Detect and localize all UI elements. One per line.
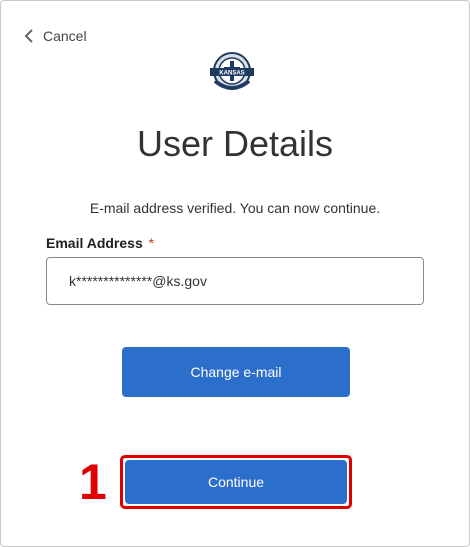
chevron-left-icon <box>24 29 33 43</box>
dialog-frame: Cancel KANSAS User Details E-mail addres… <box>0 0 470 547</box>
change-email-button[interactable]: Change e-mail <box>122 347 350 397</box>
page-title: User Details <box>136 123 334 164</box>
email-label: Email Address * <box>46 235 154 251</box>
svg-text:KANSAS: KANSAS <box>219 71 244 77</box>
kansas-board-of-nursing-logo: KANSAS <box>206 49 258 95</box>
email-field[interactable] <box>46 257 424 305</box>
cancel-link[interactable]: Cancel <box>24 27 87 45</box>
verification-message: E-mail address verified. You can now con… <box>89 200 381 216</box>
continue-button[interactable]: Continue <box>125 460 347 504</box>
cancel-label: Cancel <box>43 28 87 44</box>
email-label-text: Email Address <box>46 235 143 251</box>
step-number-annotation: 1 <box>79 454 107 510</box>
continue-highlight: Continue <box>120 455 352 509</box>
required-marker: * <box>148 235 155 251</box>
